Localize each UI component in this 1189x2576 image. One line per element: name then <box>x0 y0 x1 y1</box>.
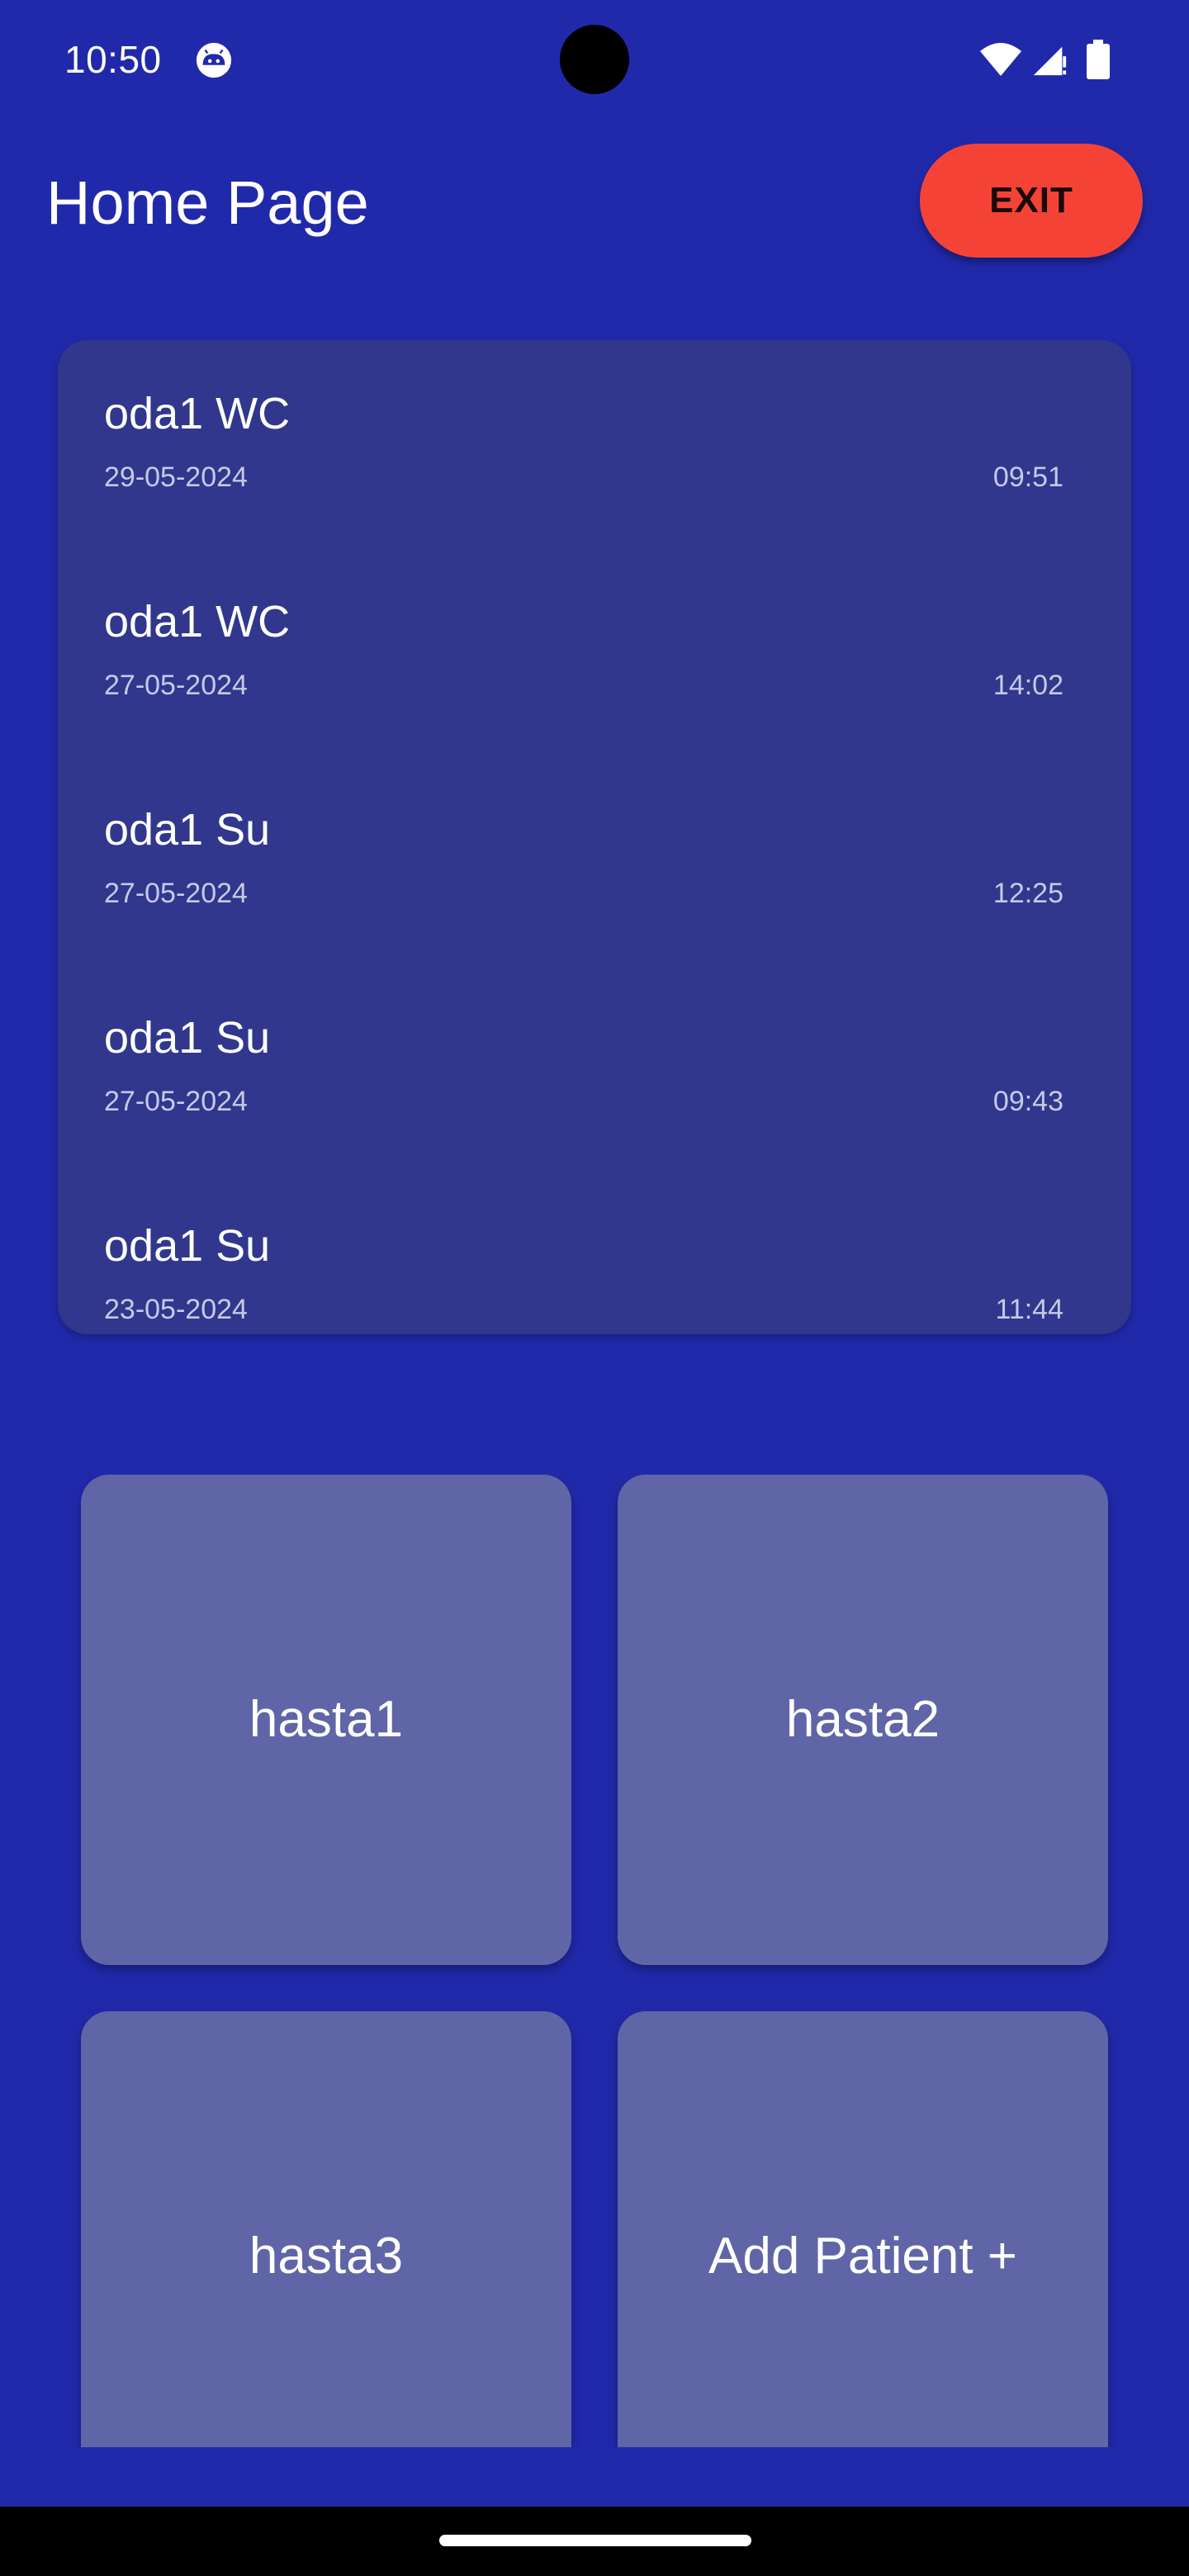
item-title: oda1 Su <box>104 1013 271 1063</box>
tile-label: hasta3 <box>249 2228 404 2285</box>
exit-button[interactable]: EXIT <box>920 144 1143 258</box>
item-time: 14:02 <box>992 670 1063 701</box>
list-item[interactable]: oda1 WC 27-05-2024 14:02 <box>58 548 1131 756</box>
item-title: oda1 WC <box>104 597 291 646</box>
item-title: oda1 WC <box>104 389 291 438</box>
item-date: 27-05-2024 <box>104 1086 248 1117</box>
camera-cutout <box>560 25 629 94</box>
tile-label: Add Patient + <box>708 2228 1017 2285</box>
item-time: 09:43 <box>992 1086 1063 1117</box>
history-list[interactable]: oda1 WC 29-05-2024 09:51 oda1 WC 27-05-2… <box>58 340 1131 1334</box>
item-date: 27-05-2024 <box>104 878 248 909</box>
page-title: Home Page <box>46 168 369 237</box>
item-time: 09:51 <box>992 462 1063 493</box>
patient-tile-hasta2[interactable]: hasta2 <box>618 1475 1108 1965</box>
tile-label: hasta2 <box>785 1691 940 1748</box>
item-time: 12:25 <box>992 878 1063 909</box>
patient-tile-hasta3[interactable]: hasta3 <box>81 2011 571 2447</box>
item-date: 29-05-2024 <box>104 462 248 493</box>
item-date: 27-05-2024 <box>104 670 248 701</box>
tile-label: hasta1 <box>249 1691 404 1748</box>
item-time: 11:44 <box>995 1294 1063 1325</box>
home-indicator[interactable] <box>439 2535 751 2546</box>
status-bar: 10:50 <box>0 0 1189 119</box>
app-header: Home Page EXIT <box>0 132 1189 272</box>
navigation-bar <box>0 2507 1189 2576</box>
wifi-icon <box>980 43 1021 76</box>
battery-icon <box>1087 40 1110 79</box>
item-date: 23-05-2024 <box>104 1294 248 1325</box>
android-face-icon <box>196 42 232 78</box>
cell-signal-icon <box>1033 46 1067 76</box>
item-title: oda1 Su <box>104 805 271 855</box>
patient-tile-hasta1[interactable]: hasta1 <box>81 1475 571 1965</box>
list-item[interactable]: oda1 WC 29-05-2024 09:51 <box>58 340 1131 548</box>
list-item[interactable]: oda1 Su 27-05-2024 12:25 <box>58 756 1131 964</box>
status-time: 10:50 <box>64 38 162 81</box>
list-item[interactable]: oda1 Su 23-05-2024 11:44 <box>58 1172 1131 1334</box>
patient-grid: hasta1 hasta2 hasta3 Add Patient + <box>0 1475 1189 2447</box>
item-title: oda1 Su <box>104 1221 271 1271</box>
add-patient-button[interactable]: Add Patient + <box>618 2011 1108 2447</box>
list-item[interactable]: oda1 Su 27-05-2024 09:43 <box>58 964 1131 1172</box>
